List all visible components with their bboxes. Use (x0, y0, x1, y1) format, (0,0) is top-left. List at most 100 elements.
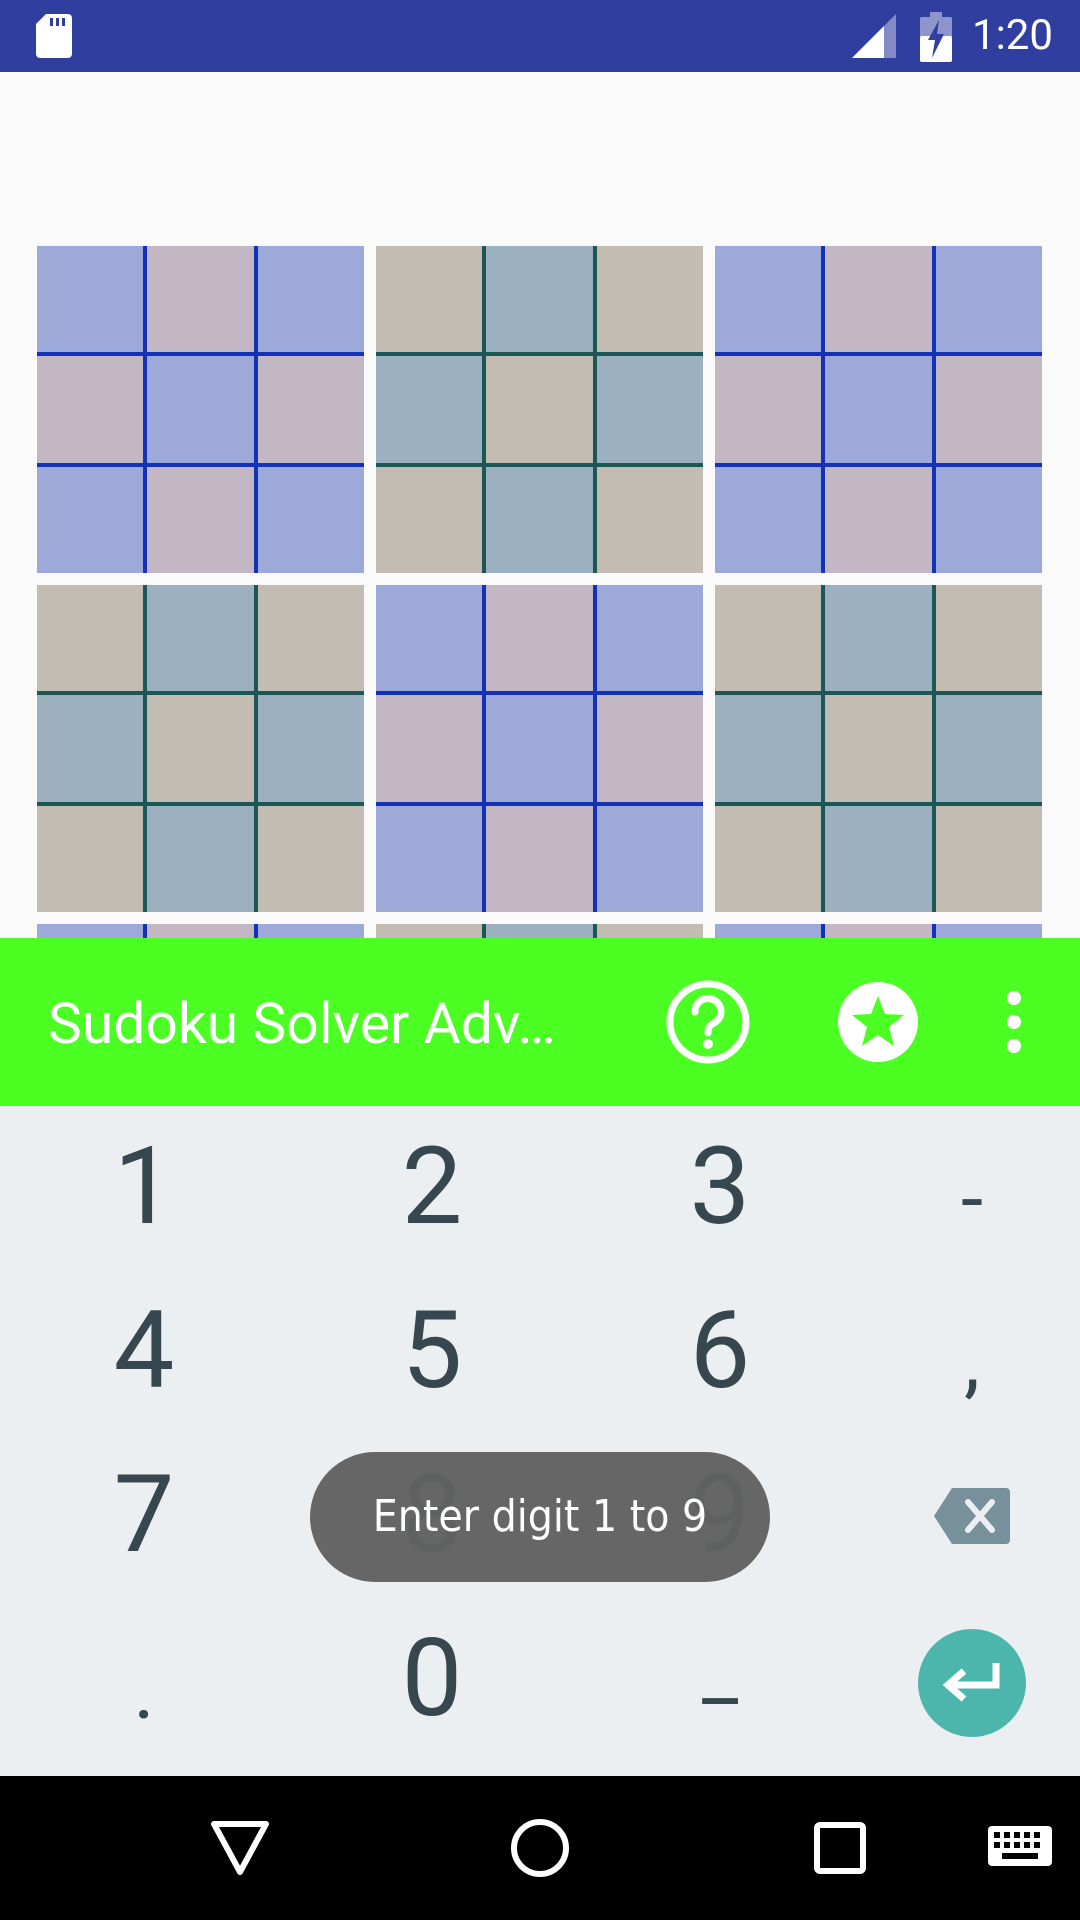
cell[interactable] (147, 805, 254, 912)
cell[interactable] (486, 246, 593, 353)
cell[interactable] (825, 695, 932, 802)
cell[interactable] (257, 246, 364, 353)
cell[interactable] (147, 695, 254, 802)
cell[interactable] (935, 585, 1042, 692)
app-title: Sudoku Solver Adv… (48, 992, 556, 1056)
cell[interactable] (147, 356, 254, 463)
cell[interactable] (715, 356, 822, 463)
cell[interactable] (486, 695, 593, 802)
cell[interactable] (486, 356, 593, 463)
cell[interactable] (37, 695, 144, 802)
keyboard-icon[interactable] (988, 1826, 1052, 1870)
cell[interactable] (935, 695, 1042, 802)
block-2[interactable] (376, 246, 703, 573)
block-8[interactable] (376, 924, 703, 938)
cell[interactable] (376, 805, 483, 912)
key-3[interactable]: 3 (620, 1132, 820, 1242)
sudoku-grid[interactable] (37, 246, 1042, 938)
cell[interactable] (37, 466, 144, 573)
cell[interactable] (715, 585, 822, 692)
cell[interactable] (486, 585, 593, 692)
navigation-bar (0, 1776, 1080, 1920)
key-5[interactable]: 5 (332, 1296, 532, 1406)
cell[interactable] (257, 695, 364, 802)
block-9[interactable] (715, 924, 1042, 938)
cell[interactable] (37, 805, 144, 912)
enter-key[interactable] (918, 1629, 1026, 1737)
cell[interactable] (147, 924, 254, 938)
cell[interactable] (37, 356, 144, 463)
toast-message: Enter digit 1 to 9 (310, 1452, 770, 1582)
cell[interactable] (486, 805, 593, 912)
cell[interactable] (37, 585, 144, 692)
cell[interactable] (715, 695, 822, 802)
key-1[interactable]: 1 (44, 1132, 244, 1242)
cell[interactable] (935, 924, 1042, 938)
key-0[interactable]: 0 (332, 1624, 532, 1734)
block-7[interactable] (37, 924, 364, 938)
cell[interactable] (825, 466, 932, 573)
key-comma[interactable]: , (872, 1306, 1072, 1416)
home-icon[interactable] (510, 1818, 570, 1878)
block-3[interactable] (715, 246, 1042, 573)
cell[interactable] (596, 466, 703, 573)
key-underscore[interactable]: _ (620, 1616, 820, 1726)
cell[interactable] (37, 246, 144, 353)
cell[interactable] (376, 585, 483, 692)
block-4[interactable] (37, 585, 364, 912)
key-period[interactable]: . (44, 1636, 244, 1746)
cell[interactable] (596, 246, 703, 353)
block-6[interactable] (715, 585, 1042, 912)
back-icon[interactable] (210, 1820, 270, 1876)
more-vert-icon[interactable] (990, 978, 1038, 1066)
cell-signal-icon (852, 14, 896, 58)
cell[interactable] (825, 805, 932, 912)
cell[interactable] (825, 356, 932, 463)
key-4[interactable]: 4 (44, 1296, 244, 1406)
cell[interactable] (935, 466, 1042, 573)
cell[interactable] (596, 924, 703, 938)
cell[interactable] (486, 466, 593, 573)
key-2[interactable]: 2 (332, 1132, 532, 1242)
cell[interactable] (935, 805, 1042, 912)
cell[interactable] (257, 585, 364, 692)
cell[interactable] (147, 585, 254, 692)
cell[interactable] (596, 695, 703, 802)
cell[interactable] (825, 246, 932, 353)
sd-card-icon (36, 14, 72, 58)
cell[interactable] (257, 466, 364, 573)
block-1[interactable] (37, 246, 364, 573)
cell[interactable] (715, 805, 822, 912)
cell[interactable] (376, 246, 483, 353)
block-5[interactable] (376, 585, 703, 912)
key-minus[interactable]: - (872, 1144, 1072, 1254)
cell[interactable] (257, 805, 364, 912)
cell[interactable] (376, 695, 483, 802)
cell[interactable] (376, 466, 483, 573)
cell[interactable] (715, 466, 822, 573)
cell[interactable] (257, 924, 364, 938)
cell[interactable] (935, 246, 1042, 353)
cell[interactable] (596, 805, 703, 912)
cell[interactable] (257, 356, 364, 463)
backspace-icon[interactable] (934, 1488, 1010, 1544)
cell[interactable] (147, 466, 254, 573)
cell[interactable] (825, 924, 932, 938)
cell[interactable] (935, 356, 1042, 463)
cell[interactable] (376, 356, 483, 463)
cell[interactable] (37, 924, 144, 938)
cell[interactable] (715, 246, 822, 353)
cell[interactable] (147, 246, 254, 353)
cell[interactable] (715, 924, 822, 938)
help-icon[interactable] (664, 978, 752, 1066)
cell[interactable] (486, 924, 593, 938)
key-6[interactable]: 6 (620, 1296, 820, 1406)
cell[interactable] (596, 356, 703, 463)
numeric-keyboard: 1 2 3 - 4 5 6 , 7 8 9 . 0 _ (0, 1106, 1080, 1776)
cell[interactable] (376, 924, 483, 938)
star-icon[interactable] (834, 978, 922, 1066)
cell[interactable] (825, 585, 932, 692)
key-7[interactable]: 7 (44, 1460, 244, 1570)
recent-apps-icon[interactable] (814, 1822, 866, 1874)
cell[interactable] (596, 585, 703, 692)
